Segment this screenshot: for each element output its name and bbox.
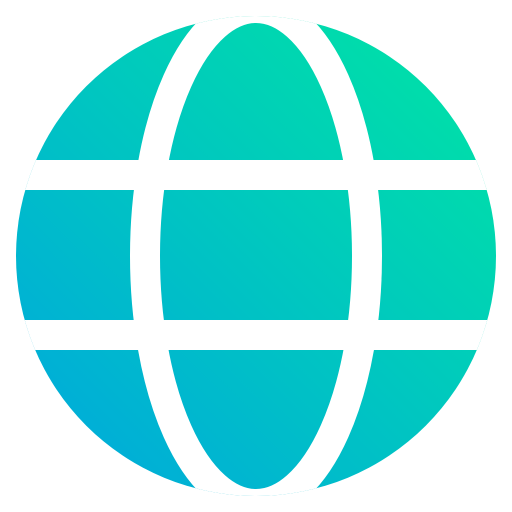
globe-sphere bbox=[16, 16, 496, 496]
icon-canvas bbox=[0, 0, 512, 512]
globe-icon bbox=[16, 16, 496, 496]
globe-latitude-upper bbox=[16, 160, 496, 190]
globe-latitude-lower bbox=[16, 320, 496, 350]
